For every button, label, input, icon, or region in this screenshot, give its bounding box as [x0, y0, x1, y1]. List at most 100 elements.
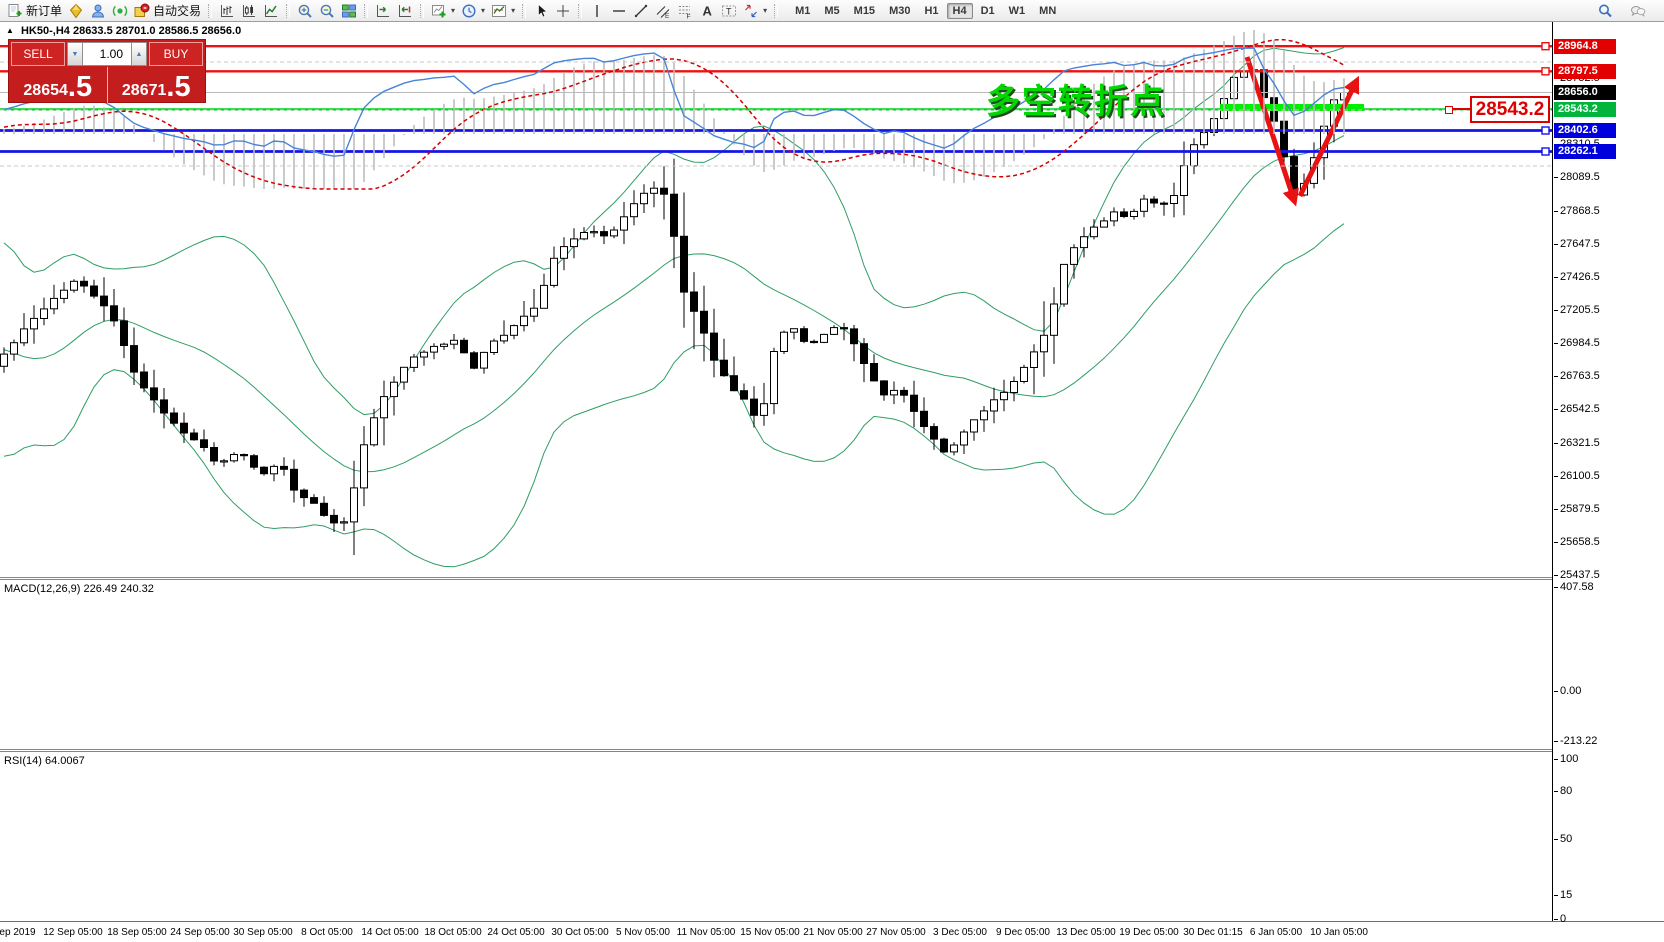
chevron-down-icon[interactable]: ▾: [481, 6, 485, 15]
vline-button[interactable]: [586, 1, 608, 21]
bear-candle: [911, 395, 918, 411]
timeframe-m1[interactable]: M1: [789, 3, 816, 19]
bull-candle: [351, 488, 358, 522]
bull-candle: [1051, 304, 1058, 335]
timeframe-m30[interactable]: M30: [883, 3, 916, 19]
macd-axis-tick: 0.00: [1554, 685, 1581, 697]
bull-candle: [761, 404, 768, 416]
chart-line-button[interactable]: [260, 1, 282, 21]
market-watch-button[interactable]: [65, 1, 87, 21]
timeframe-m5[interactable]: M5: [818, 3, 845, 19]
time-axis-label: 3 Dec 05:00: [933, 927, 987, 938]
price-axis-tick: 26763.5: [1554, 370, 1600, 382]
zoom-out-button[interactable]: [316, 1, 338, 21]
autotrade-button[interactable]: 自动交易: [131, 1, 204, 21]
svg-text:A: A: [703, 3, 713, 18]
chart-candles-button[interactable]: [238, 1, 260, 21]
market-watch-icon: [68, 3, 84, 19]
new-chart-button[interactable]: ▾: [428, 1, 458, 21]
trendline-button[interactable]: [630, 1, 652, 21]
text-button[interactable]: A: [696, 1, 718, 21]
bear-candle: [211, 448, 218, 462]
price-axis-tick: 26542.5: [1554, 403, 1600, 415]
bear-candle: [461, 340, 468, 353]
timeframe-m15[interactable]: M15: [848, 3, 881, 19]
bear-candle: [181, 423, 188, 433]
bear-candle: [721, 360, 728, 376]
chat-button[interactable]: [1626, 1, 1650, 21]
bull-candle: [221, 461, 228, 462]
timeframe-h4[interactable]: H4: [947, 3, 973, 19]
tile-windows-button[interactable]: [338, 1, 360, 21]
cursor-icon: [533, 3, 549, 19]
auto-scroll-button[interactable]: [394, 1, 416, 21]
price-axis-tick: 25879.5: [1554, 503, 1600, 515]
collapse-panel-icon[interactable]: ▲: [6, 26, 14, 35]
time-axis[interactable]: 6 Sep 201912 Sep 05:0018 Sep 05:0024 Sep…: [0, 922, 1664, 942]
search-button[interactable]: [1594, 1, 1616, 21]
indicators-icon: [491, 3, 507, 19]
chevron-down-icon[interactable]: ▾: [763, 6, 767, 15]
timeframe-w1[interactable]: W1: [1003, 3, 1032, 19]
volume-decrease-button[interactable]: ▼: [67, 42, 83, 66]
zoom-in-button[interactable]: [294, 1, 316, 21]
chart-bars-button[interactable]: [216, 1, 238, 21]
bull-candle: [481, 352, 488, 368]
new-order-button[interactable]: 新订单: [4, 1, 65, 21]
tile-windows-icon: [341, 3, 357, 19]
bear-candle: [81, 281, 88, 286]
cursor-button[interactable]: [530, 1, 552, 21]
bull-candle: [1131, 211, 1138, 216]
bull-candle: [951, 445, 958, 452]
timeframe-d1[interactable]: D1: [975, 3, 1001, 19]
buy-price[interactable]: 28671 .5: [108, 67, 206, 103]
signal-button[interactable]: [109, 1, 131, 21]
horizontal-line-price-label[interactable]: 28543.2: [1470, 96, 1550, 123]
time-axis-label: 18 Sep 05:00: [107, 927, 167, 938]
hline-button[interactable]: [608, 1, 630, 21]
chart-shift-icon: [375, 3, 391, 19]
price-axis-tick: 27647.5: [1554, 238, 1600, 250]
sell-button[interactable]: SELL: [11, 42, 65, 66]
fibonacci-button[interactable]: F: [674, 1, 696, 21]
label-button[interactable]: T: [718, 1, 740, 21]
bull-candle: [1171, 196, 1178, 204]
volume-input[interactable]: 1.00: [83, 42, 131, 66]
chevron-down-icon[interactable]: ▾: [511, 6, 515, 15]
timeframe-h1[interactable]: H1: [918, 3, 944, 19]
vline-icon: [589, 3, 605, 19]
chart-shift-button[interactable]: [372, 1, 394, 21]
chart-line-icon: [263, 3, 279, 19]
panel-separator[interactable]: [0, 577, 1553, 578]
bull-candle: [61, 290, 68, 298]
clock-button[interactable]: ▾: [458, 1, 488, 21]
timeframe-mn[interactable]: MN: [1033, 3, 1062, 19]
toolbar-separator: [286, 4, 290, 18]
time-axis-label: 21 Nov 05:00: [803, 927, 863, 938]
bull-candle: [391, 382, 398, 396]
navigator-button[interactable]: [87, 1, 109, 21]
indicators-button[interactable]: ▾: [488, 1, 518, 21]
chart-window[interactable]: ▲ HK50-,H4 28633.5 28701.0 28586.5 28656…: [0, 22, 1664, 942]
bear-candle: [141, 372, 148, 388]
rsi-indicator-chart[interactable]: [0, 22, 1552, 192]
bull-candle: [1081, 237, 1088, 248]
panel-separator[interactable]: [0, 749, 1553, 750]
arrows-button[interactable]: ▾: [740, 1, 770, 21]
chart-annotation-text[interactable]: 多空转折点: [986, 74, 1166, 123]
sell-price[interactable]: 28654 .5: [9, 67, 108, 103]
channel-button[interactable]: E: [652, 1, 674, 21]
chart-candles-icon: [241, 3, 257, 19]
volume-increase-button[interactable]: ▲: [131, 42, 147, 66]
time-axis-label: 8 Oct 05:00: [301, 927, 353, 938]
crosshair-button[interactable]: [552, 1, 574, 21]
rsi-axis-tick: 0: [1554, 913, 1566, 925]
time-axis-label: 12 Sep 05:00: [43, 927, 103, 938]
chevron-down-icon[interactable]: ▾: [451, 6, 455, 15]
chart-bars-icon: [219, 3, 235, 19]
signal-icon: [112, 3, 128, 19]
price-axis[interactable]: 28752.528531.528310.528089.527868.527647…: [1552, 22, 1664, 921]
time-axis-label: 5 Nov 05:00: [616, 927, 670, 938]
toolbar-separator: [420, 4, 424, 18]
buy-button[interactable]: BUY: [149, 42, 203, 66]
